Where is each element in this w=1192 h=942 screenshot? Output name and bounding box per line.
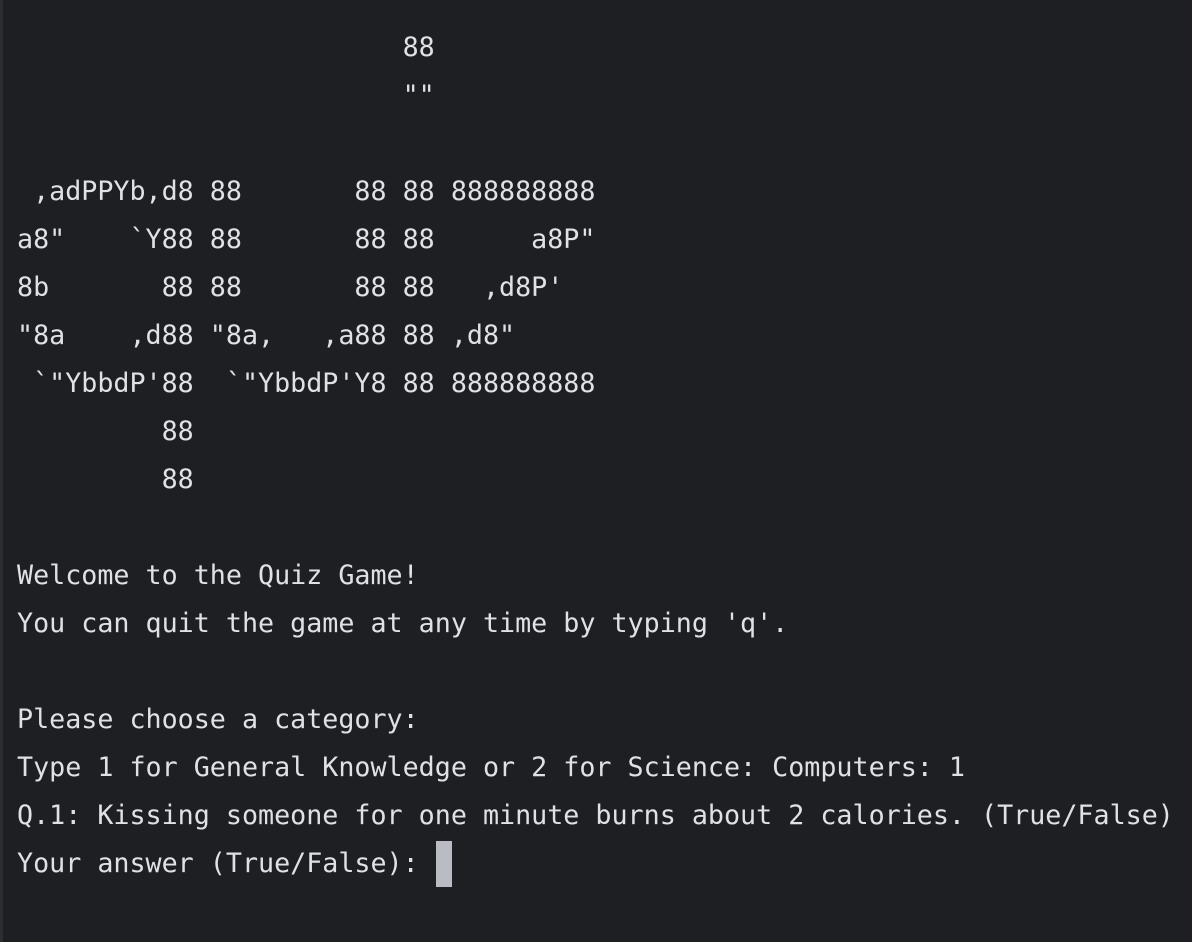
welcome-message: Welcome to the Quiz Game! — [17, 560, 419, 591]
question-text: Q.1: Kissing someone for one minute burn… — [17, 800, 1174, 831]
banner-line: "8a ,d88 "8a, ,a88 88 ,d8" — [17, 320, 516, 351]
answer-input-row[interactable]: Your answer (True/False): — [17, 840, 452, 888]
text-cursor — [435, 841, 452, 887]
banner-line: 88 — [17, 464, 194, 495]
answer-prompt: Your answer (True/False): — [17, 848, 435, 879]
banner-line: ,adPPYb,d8 88 88 88 888888888 — [17, 176, 596, 207]
quit-hint: You can quit the game at any time by typ… — [17, 608, 789, 639]
banner-line: 88 — [17, 32, 435, 63]
terminal-output[interactable]: 88 "" ,adPPYb,d8 88 88 88 888888888 a8" … — [0, 0, 1192, 942]
banner-line: 88 — [17, 416, 194, 447]
banner-line: `"YbbdP'88 `"YbbdP'Y8 88 888888888 — [17, 368, 596, 399]
banner-line: a8" `Y88 88 88 88 a8P" — [17, 224, 596, 255]
category-prompt: Type 1 for General Knowledge or 2 for Sc… — [17, 752, 965, 783]
category-heading: Please choose a category: — [17, 704, 419, 735]
banner-line: 8b 88 88 88 88 ,d8P' — [17, 272, 564, 303]
banner-line: "" — [17, 80, 435, 111]
